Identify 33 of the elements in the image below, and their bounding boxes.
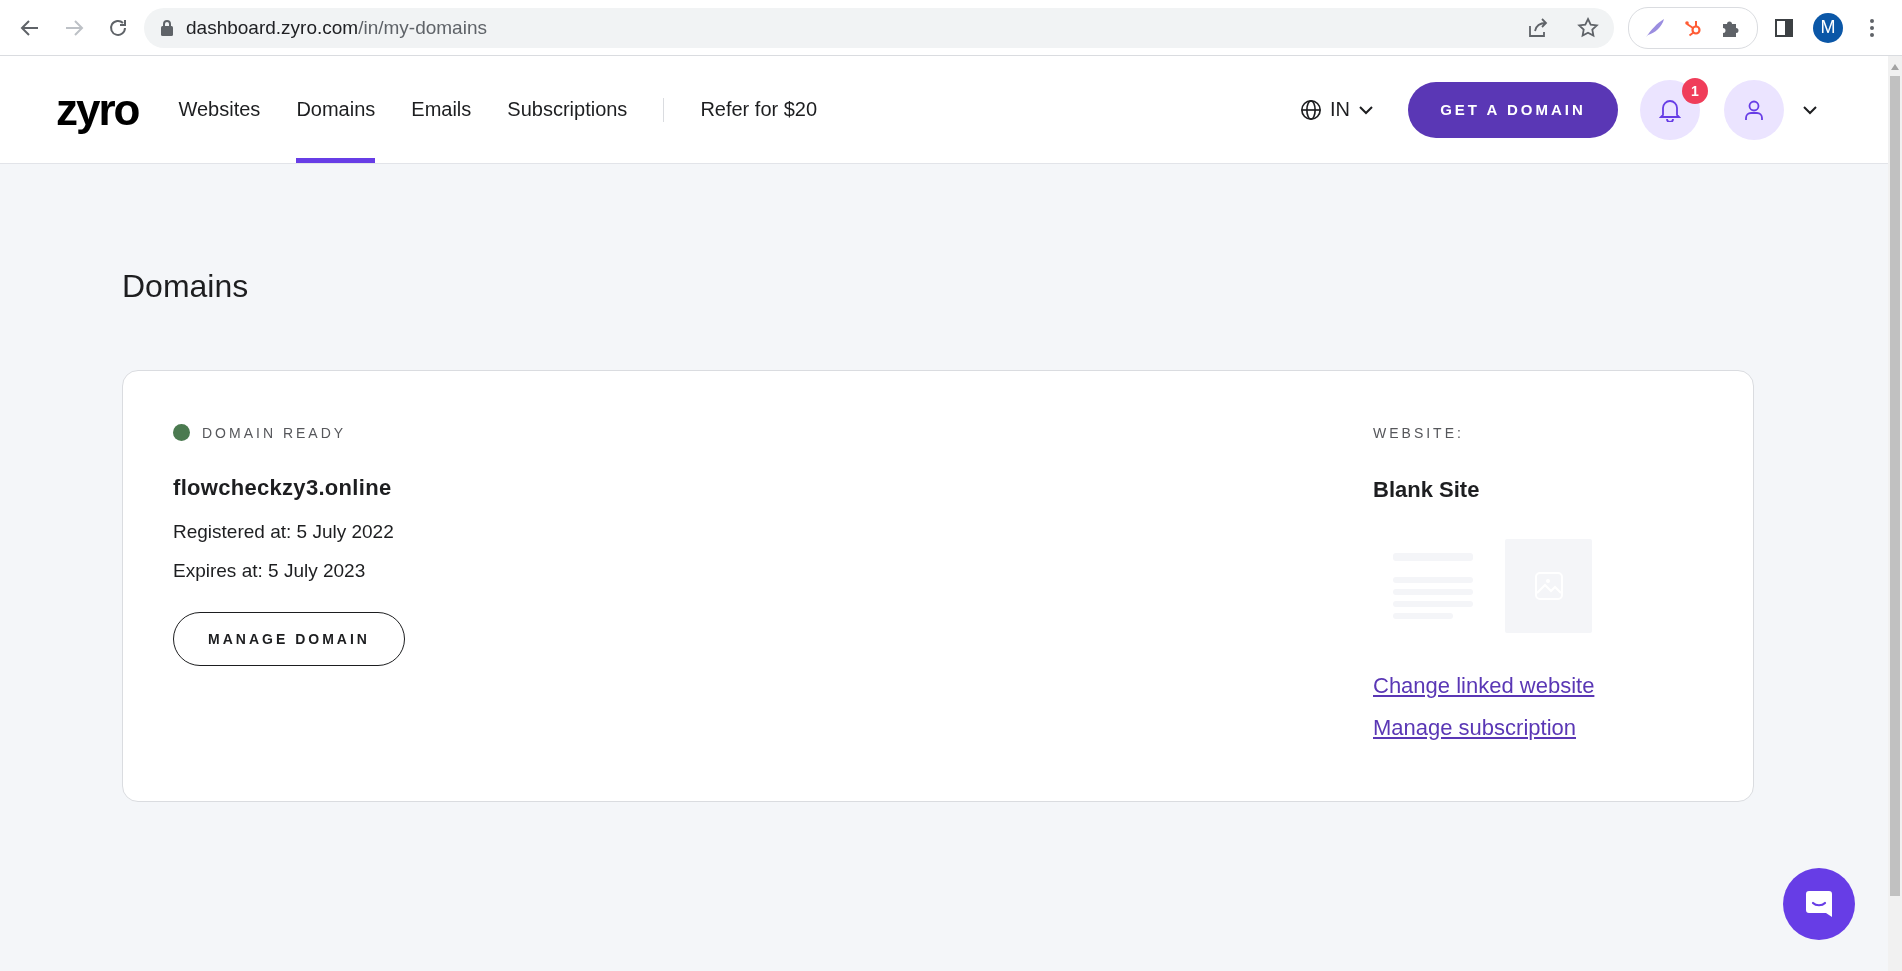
domain-status: DOMAIN READY xyxy=(202,424,347,441)
page-title: Domains xyxy=(122,267,250,306)
refer-link[interactable]: Refer for $20 xyxy=(700,98,818,121)
star-icon[interactable] xyxy=(1576,15,1600,40)
expiry-date: Expires at: 5 July 2023 xyxy=(173,559,366,582)
zyro-logo[interactable]: zyro xyxy=(56,87,139,132)
registered-date: Registered at: 5 July 2022 xyxy=(173,520,394,543)
manage-domain-button[interactable]: MANAGE DOMAIN xyxy=(173,611,405,666)
website-label: WEBSITE: xyxy=(1373,423,1464,443)
change-website-link[interactable]: Change linked website xyxy=(1373,672,1595,699)
share-icon[interactable] xyxy=(1526,15,1550,40)
get-domain-button[interactable]: GET A DOMAIN xyxy=(1408,81,1618,138)
nav-tab[interactable]: Domains xyxy=(296,56,376,163)
manage-subscription-link[interactable]: Manage subscription xyxy=(1373,714,1576,741)
address-bar[interactable]: dashboard.zyro.com/in/my-domains xyxy=(144,7,1614,48)
scrollbar-thumb[interactable] xyxy=(1890,76,1900,896)
nav-tab[interactable]: Emails xyxy=(411,56,472,163)
notification-badge: 1 xyxy=(1682,77,1708,104)
lock-icon xyxy=(160,18,174,37)
region-selector[interactable]: IN xyxy=(1300,98,1374,121)
menu-icon[interactable] xyxy=(1869,17,1875,38)
bell-icon xyxy=(1659,97,1681,122)
user-icon xyxy=(1743,98,1765,121)
website-name: Blank Site xyxy=(1373,476,1480,503)
profile-avatar[interactable]: M xyxy=(1813,12,1843,43)
globe-icon xyxy=(1300,98,1322,121)
domain-name: flowcheckzy3.online xyxy=(173,474,392,501)
chat-icon xyxy=(1803,888,1835,920)
nav-tab[interactable]: Websites xyxy=(178,56,261,163)
nav-tab[interactable]: Subscriptions xyxy=(507,56,628,163)
chevron-down-icon xyxy=(1358,104,1374,115)
url-text: dashboard.zyro.com/in/my-domains xyxy=(186,16,488,39)
chevron-down-icon[interactable] xyxy=(1802,104,1818,115)
